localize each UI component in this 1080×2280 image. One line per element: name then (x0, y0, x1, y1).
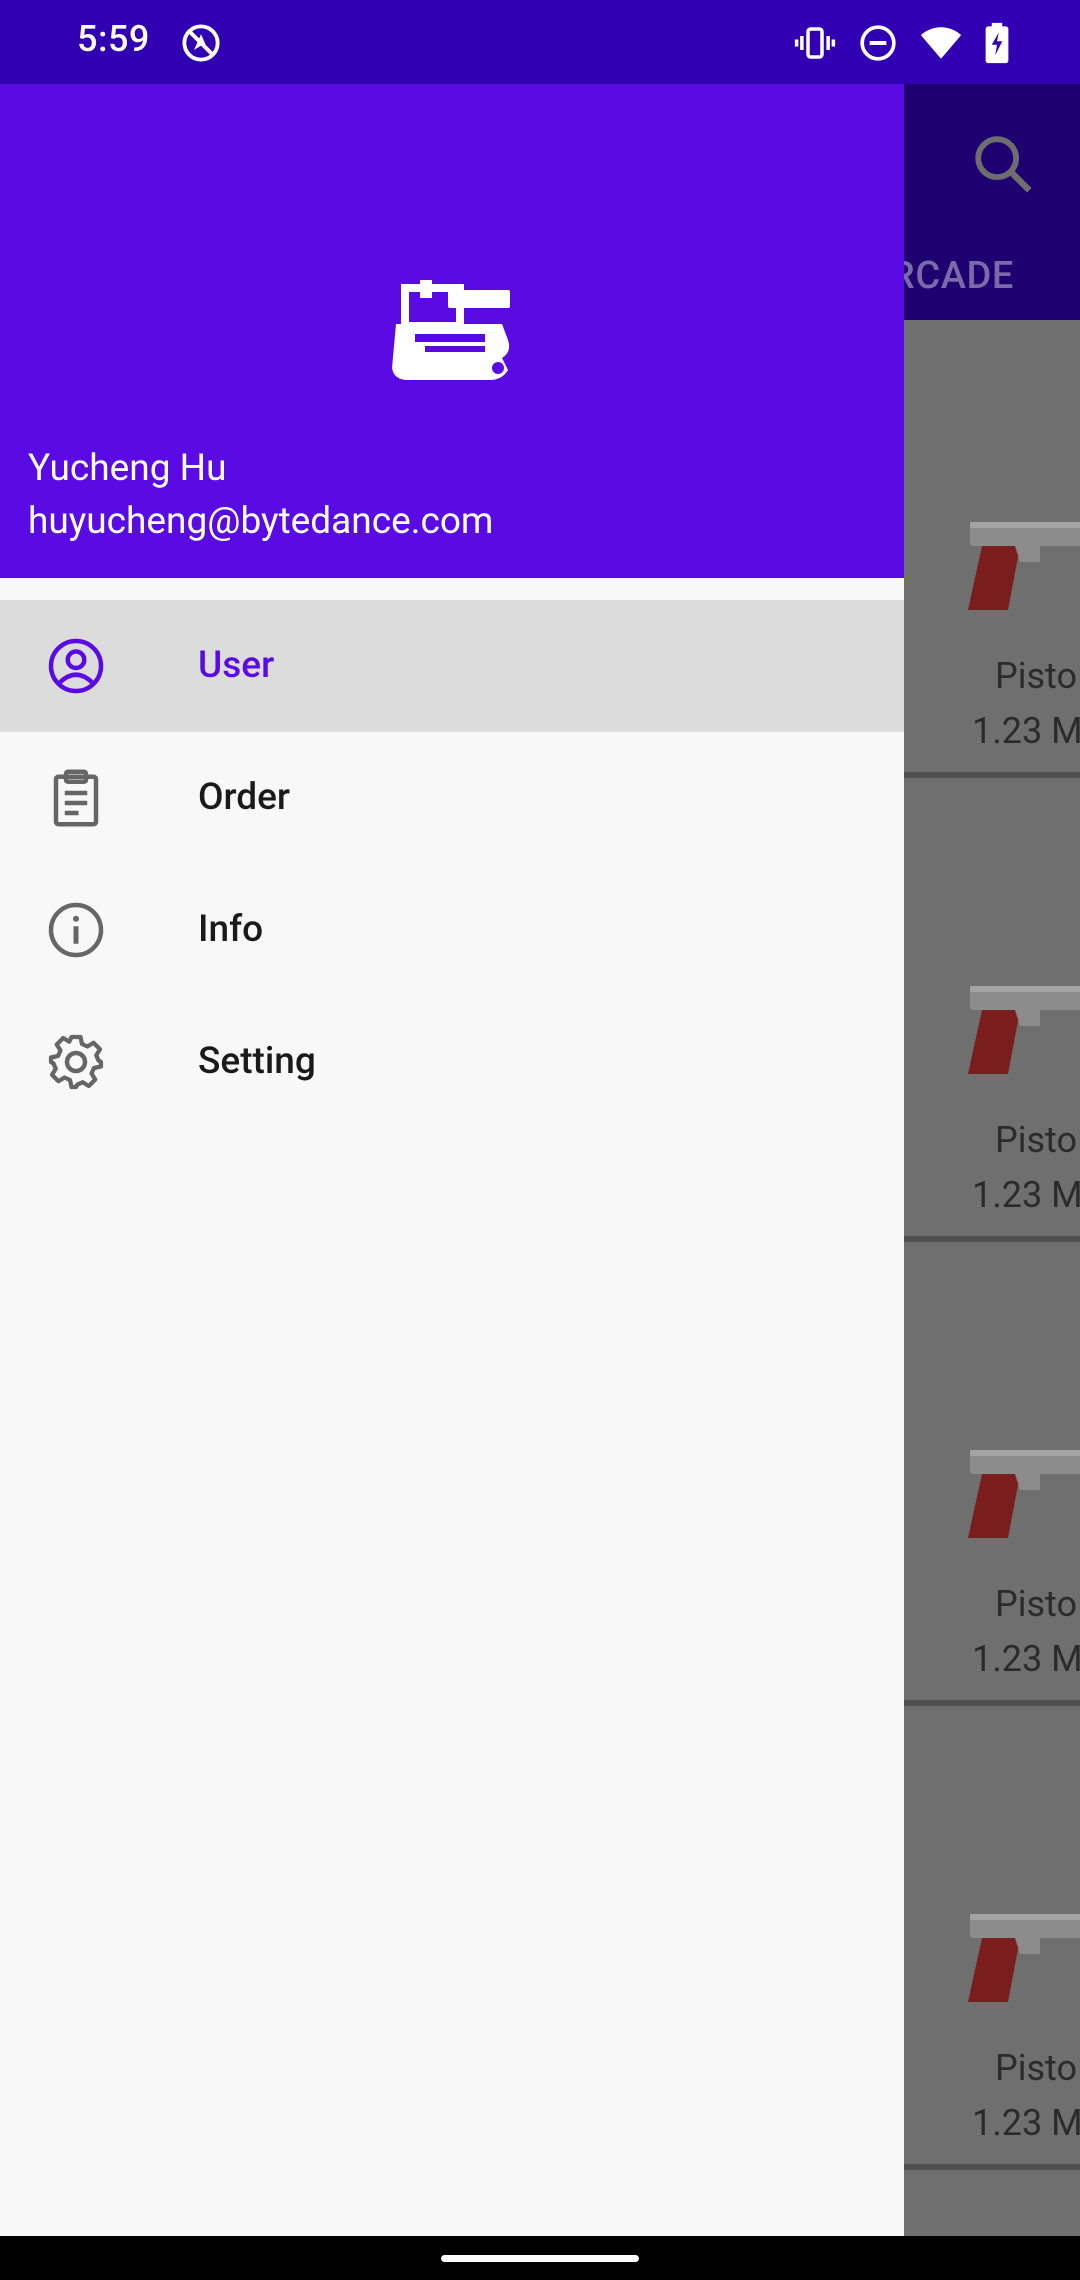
card-size: 1.23 M (972, 2102, 1080, 2144)
menu-label: Info (198, 908, 264, 951)
card-name: Pisto (995, 2047, 1078, 2089)
pistol-icon (968, 522, 1080, 610)
menu-item-order[interactable]: Order (0, 732, 904, 864)
screen: 5:59 ARCADE Pisto 1.23 M Pisto 1.23 M Pi… (0, 0, 1080, 2280)
do-not-disturb-icon (860, 25, 896, 61)
vibrate-icon (794, 27, 836, 59)
menu-label: Setting (198, 1040, 316, 1083)
pistol-icon (968, 1450, 1080, 1538)
menu-label: Order (198, 776, 290, 819)
pistol-icon (968, 1914, 1080, 2002)
card-size: 1.23 M (972, 710, 1080, 752)
status-right-icons (794, 22, 1010, 64)
user-email: huyucheng@bytedance.com (28, 500, 494, 543)
card-name: Pisto (995, 1583, 1078, 1625)
menu-item-info[interactable]: Info (0, 864, 904, 996)
navigation-drawer: Yucheng Hu huyucheng@bytedance.com User (0, 84, 904, 2236)
info-icon (48, 902, 104, 958)
home-indicator[interactable] (441, 2255, 639, 2262)
battery-charging-icon (985, 22, 1009, 64)
menu-item-user[interactable]: User (0, 600, 904, 732)
search-icon[interactable] (968, 129, 1038, 199)
drawer-header: Yucheng Hu huyucheng@bytedance.com (0, 84, 904, 578)
menu-item-setting[interactable]: Setting (0, 996, 904, 1128)
status-time: 5:59 (77, 18, 150, 60)
menu-label: User (198, 644, 275, 687)
card-size: 1.23 M (972, 1174, 1080, 1216)
status-bar: 5:59 (0, 0, 1080, 84)
card-name: Pisto (995, 1119, 1078, 1161)
card-name: Pisto (995, 655, 1078, 697)
card-size: 1.23 M (972, 1638, 1080, 1680)
clipboard-icon (53, 769, 99, 827)
gear-icon (48, 1034, 104, 1090)
user-name: Yucheng Hu (28, 447, 227, 490)
navigation-bar (0, 2236, 1080, 2280)
drawer-menu: User Order Info Setting (0, 600, 904, 1128)
account-circle-icon (48, 638, 104, 694)
wifi-icon (920, 27, 962, 59)
robot-tank-icon (392, 280, 510, 380)
no-location-icon (182, 24, 220, 62)
pistol-icon (968, 986, 1080, 1074)
